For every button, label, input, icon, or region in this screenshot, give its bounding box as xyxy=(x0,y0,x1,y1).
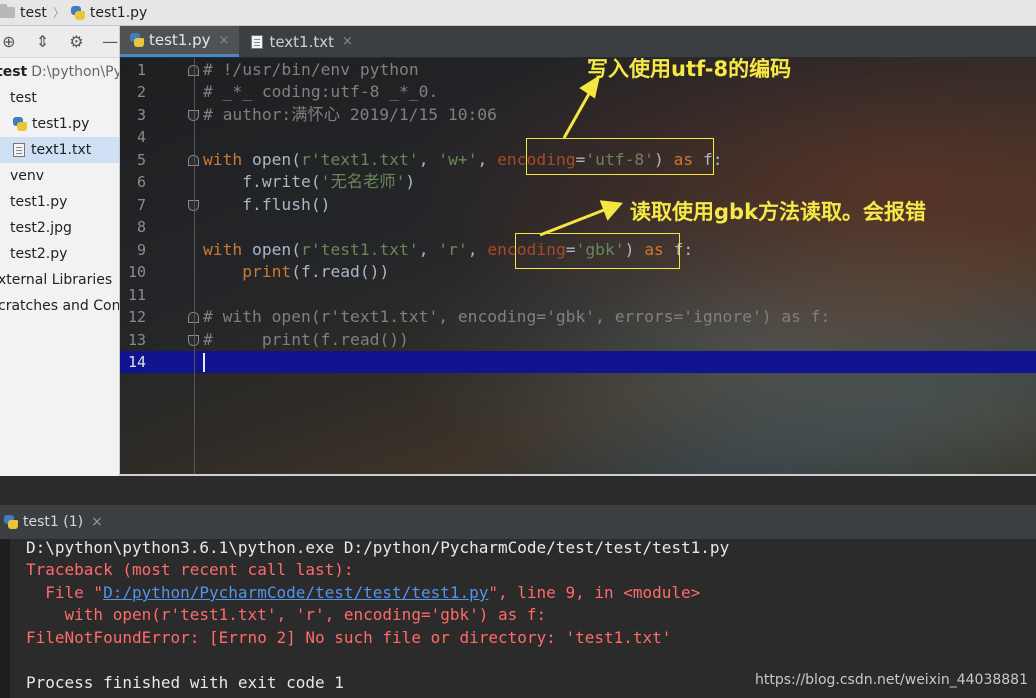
tree-item-venv[interactable]: venv xyxy=(0,163,119,189)
target-icon[interactable]: ⊕ xyxy=(0,32,18,51)
tree-item-scratches[interactable]: cratches and Con xyxy=(0,293,120,319)
annotation-arrows xyxy=(539,74,623,237)
tree-item-external-libraries[interactable]: xternal Libraries xyxy=(0,267,118,293)
arrow-up-line xyxy=(562,91,592,139)
text-file-icon xyxy=(13,143,25,157)
console-line-file: File "D:/python/PycharmCode/test/test/te… xyxy=(26,582,700,605)
tree-item-test2-py[interactable]: test2.py xyxy=(0,241,119,267)
breadcrumb-separator-icon: 〉 xyxy=(52,6,65,20)
tab-label: text1.txt xyxy=(269,32,334,51)
text-file-icon xyxy=(251,34,264,49)
tab-label: test1.py xyxy=(149,31,211,49)
tree-item-project-root[interactable]: test D:\python\Py xyxy=(0,59,119,85)
tree-item-label: text1.txt xyxy=(31,142,92,158)
arrow-right-line xyxy=(539,208,605,237)
tree-item-label: test1.py xyxy=(32,116,90,132)
console-text: ", line 9, in <module> xyxy=(488,583,701,602)
tree-item-label: venv xyxy=(10,168,45,184)
run-tool-window-header: test1 (1) × xyxy=(0,505,1036,539)
python-file-icon xyxy=(13,117,27,131)
python-file-icon xyxy=(70,5,85,20)
tree-item-test-folder[interactable]: test xyxy=(0,85,119,111)
tree-item-label: test1.py xyxy=(10,194,68,210)
breadcrumb-item-file[interactable]: test1.py xyxy=(70,0,148,26)
editor-tab-bar: test1.py × text1.txt × xyxy=(120,26,1036,58)
console-line-error: FileNotFoundError: [Errno 2] No such fil… xyxy=(26,628,672,647)
collapse-icon[interactable]: ⇕ xyxy=(34,32,52,51)
breadcrumb-label: test1.py xyxy=(89,4,148,21)
console-text: File " xyxy=(26,583,104,602)
watermark: https://blog.csdn.net/weixin_44038881 xyxy=(754,672,1028,688)
tree-item-label: test2.py xyxy=(10,246,68,262)
python-run-icon xyxy=(4,515,18,529)
gear-icon[interactable]: ⚙ xyxy=(68,32,86,51)
tree-item-test1-py[interactable]: test1.py xyxy=(0,111,119,137)
project-tool-window: ⊕ ⇕ ⚙ — test D:\python\Py test test1.py … xyxy=(0,26,120,494)
tree-item-path: D:\python\Py xyxy=(31,64,120,80)
navigation-bar: test 〉 test1.py xyxy=(0,0,1036,26)
tab-test1-py[interactable]: test1.py × xyxy=(120,26,240,57)
tree-item-label: cratches and Con xyxy=(0,298,120,314)
project-toolbar: ⊕ ⇕ ⚙ — xyxy=(0,26,119,58)
file-link[interactable]: D:/python/PycharmCode/test/test/test1.py xyxy=(103,583,488,602)
console-line-traceback: Traceback (most recent call last): xyxy=(26,560,354,579)
console-line-exit: Process finished with exit code 1 xyxy=(26,673,344,692)
tree-item-label: test xyxy=(0,64,28,80)
code-editor[interactable]: 1 2 3 4 5 6 7 8 9 10 11 12 13 14 # !/usr… xyxy=(120,58,1036,476)
annotation-read-note: 读取使用gbk方法读取。会报错 xyxy=(630,200,927,224)
console-line-source: with open(r'test1.txt', 'r', encoding='g… xyxy=(26,605,547,624)
tree-item-test2-jpg[interactable]: test2.jpg xyxy=(0,215,119,241)
close-icon[interactable]: × xyxy=(219,33,230,48)
tree-item-test1-py-root[interactable]: test1.py xyxy=(0,189,119,215)
tab-text1-txt[interactable]: text1.txt × xyxy=(241,26,362,57)
breadcrumb-item-test[interactable]: test xyxy=(0,0,47,26)
tree-item-label: test xyxy=(10,90,37,106)
close-icon[interactable]: × xyxy=(342,34,353,49)
run-console[interactable]: D:\python\python3.6.1\python.exe D:/pyth… xyxy=(0,539,1036,698)
run-tab-label[interactable]: test1 (1) xyxy=(23,514,83,530)
annotation-write-note: 写入使用utf-8的编码 xyxy=(587,58,792,81)
tree-item-label: test2.jpg xyxy=(10,220,72,236)
python-file-icon xyxy=(130,33,144,47)
tree-item-label: xternal Libraries xyxy=(0,272,113,288)
close-icon[interactable]: × xyxy=(91,514,103,530)
tree-item-text1-txt[interactable]: text1.txt xyxy=(0,137,119,163)
panel-splitter[interactable] xyxy=(0,476,1036,505)
console-line-command: D:\python\python3.6.1\python.exe D:/pyth… xyxy=(26,539,730,557)
arrow-right-head xyxy=(599,200,623,221)
minimize-icon[interactable]: — xyxy=(101,32,119,51)
breadcrumb-label: test xyxy=(20,4,47,21)
console-toolbar-strip xyxy=(0,539,10,698)
folder-icon xyxy=(0,4,15,18)
